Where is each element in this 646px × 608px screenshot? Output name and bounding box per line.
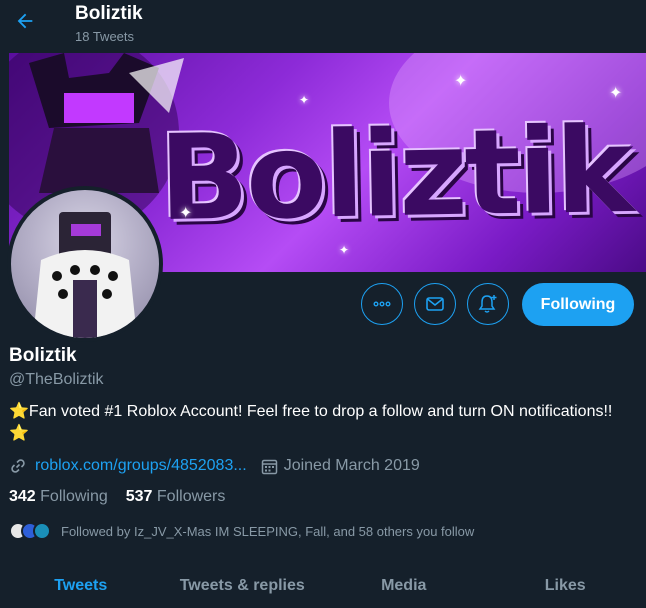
header-title: Boliztik — [75, 3, 143, 24]
sparkle-icon: ✦ — [454, 73, 468, 90]
following-number: 342 — [9, 488, 36, 505]
following-button[interactable]: Following — [522, 283, 634, 326]
followers-label: Followers — [156, 488, 226, 505]
notifications-button[interactable] — [467, 283, 509, 325]
tab-likes[interactable]: Likes — [485, 565, 646, 608]
followed-by-text[interactable]: Followed by Iz_JV_X-Mas IM SLEEPING, Fal… — [61, 524, 474, 539]
following-count[interactable]: 342 Following — [9, 488, 108, 506]
arrow-left-icon — [17, 13, 33, 29]
profile-link[interactable]: roblox.com/groups/4852083... — [35, 457, 247, 475]
bell-plus-icon — [478, 295, 497, 313]
more-options-button[interactable] — [361, 283, 403, 325]
sparkle-icon: ✦ — [609, 85, 623, 102]
message-button[interactable] — [414, 283, 456, 325]
sparkle-icon: ✦ — [179, 205, 193, 222]
tweet-count: 18 Tweets — [75, 29, 135, 44]
follow-counts: 342 Following 537 Followers — [9, 488, 243, 506]
tab-tweets[interactable]: Tweets — [0, 565, 162, 608]
avatar[interactable] — [33, 522, 51, 540]
joined-date: Joined March 2019 — [283, 457, 420, 474]
profile-header: Boliztik 18 Tweets — [0, 0, 646, 53]
sparkle-icon: ✦ — [339, 243, 350, 257]
followed-by-row: Followed by Iz_JV_X-Mas IM SLEEPING, Fal… — [9, 518, 474, 544]
avatar-character-art — [33, 212, 137, 338]
more-dots-icon — [373, 301, 391, 307]
link-icon — [11, 459, 25, 473]
followers-count[interactable]: 537 Followers — [126, 488, 226, 506]
banner-text: Boliztik — [157, 100, 633, 248]
following-label: Following — [40, 488, 108, 505]
tab-media[interactable]: Media — [323, 565, 485, 608]
tab-tweets-replies[interactable]: Tweets & replies — [162, 565, 324, 608]
profile-meta: roblox.com/groups/4852083... Joined Marc… — [9, 455, 420, 477]
calendar-icon — [261, 459, 277, 474]
profile-name: Boliztik — [9, 345, 77, 366]
profile-avatar[interactable] — [7, 186, 163, 342]
envelope-icon — [426, 297, 444, 311]
profile-bio: ⭐Fan voted #1 Roblox Account! Feel free … — [9, 403, 613, 442]
sparkle-icon: ✦ — [299, 93, 310, 107]
followers-number: 537 — [125, 488, 153, 505]
profile-handle: @TheBoliztik — [9, 371, 104, 388]
back-button[interactable] — [10, 6, 40, 36]
profile-tabs: Tweets Tweets & replies Media Likes — [0, 565, 646, 608]
